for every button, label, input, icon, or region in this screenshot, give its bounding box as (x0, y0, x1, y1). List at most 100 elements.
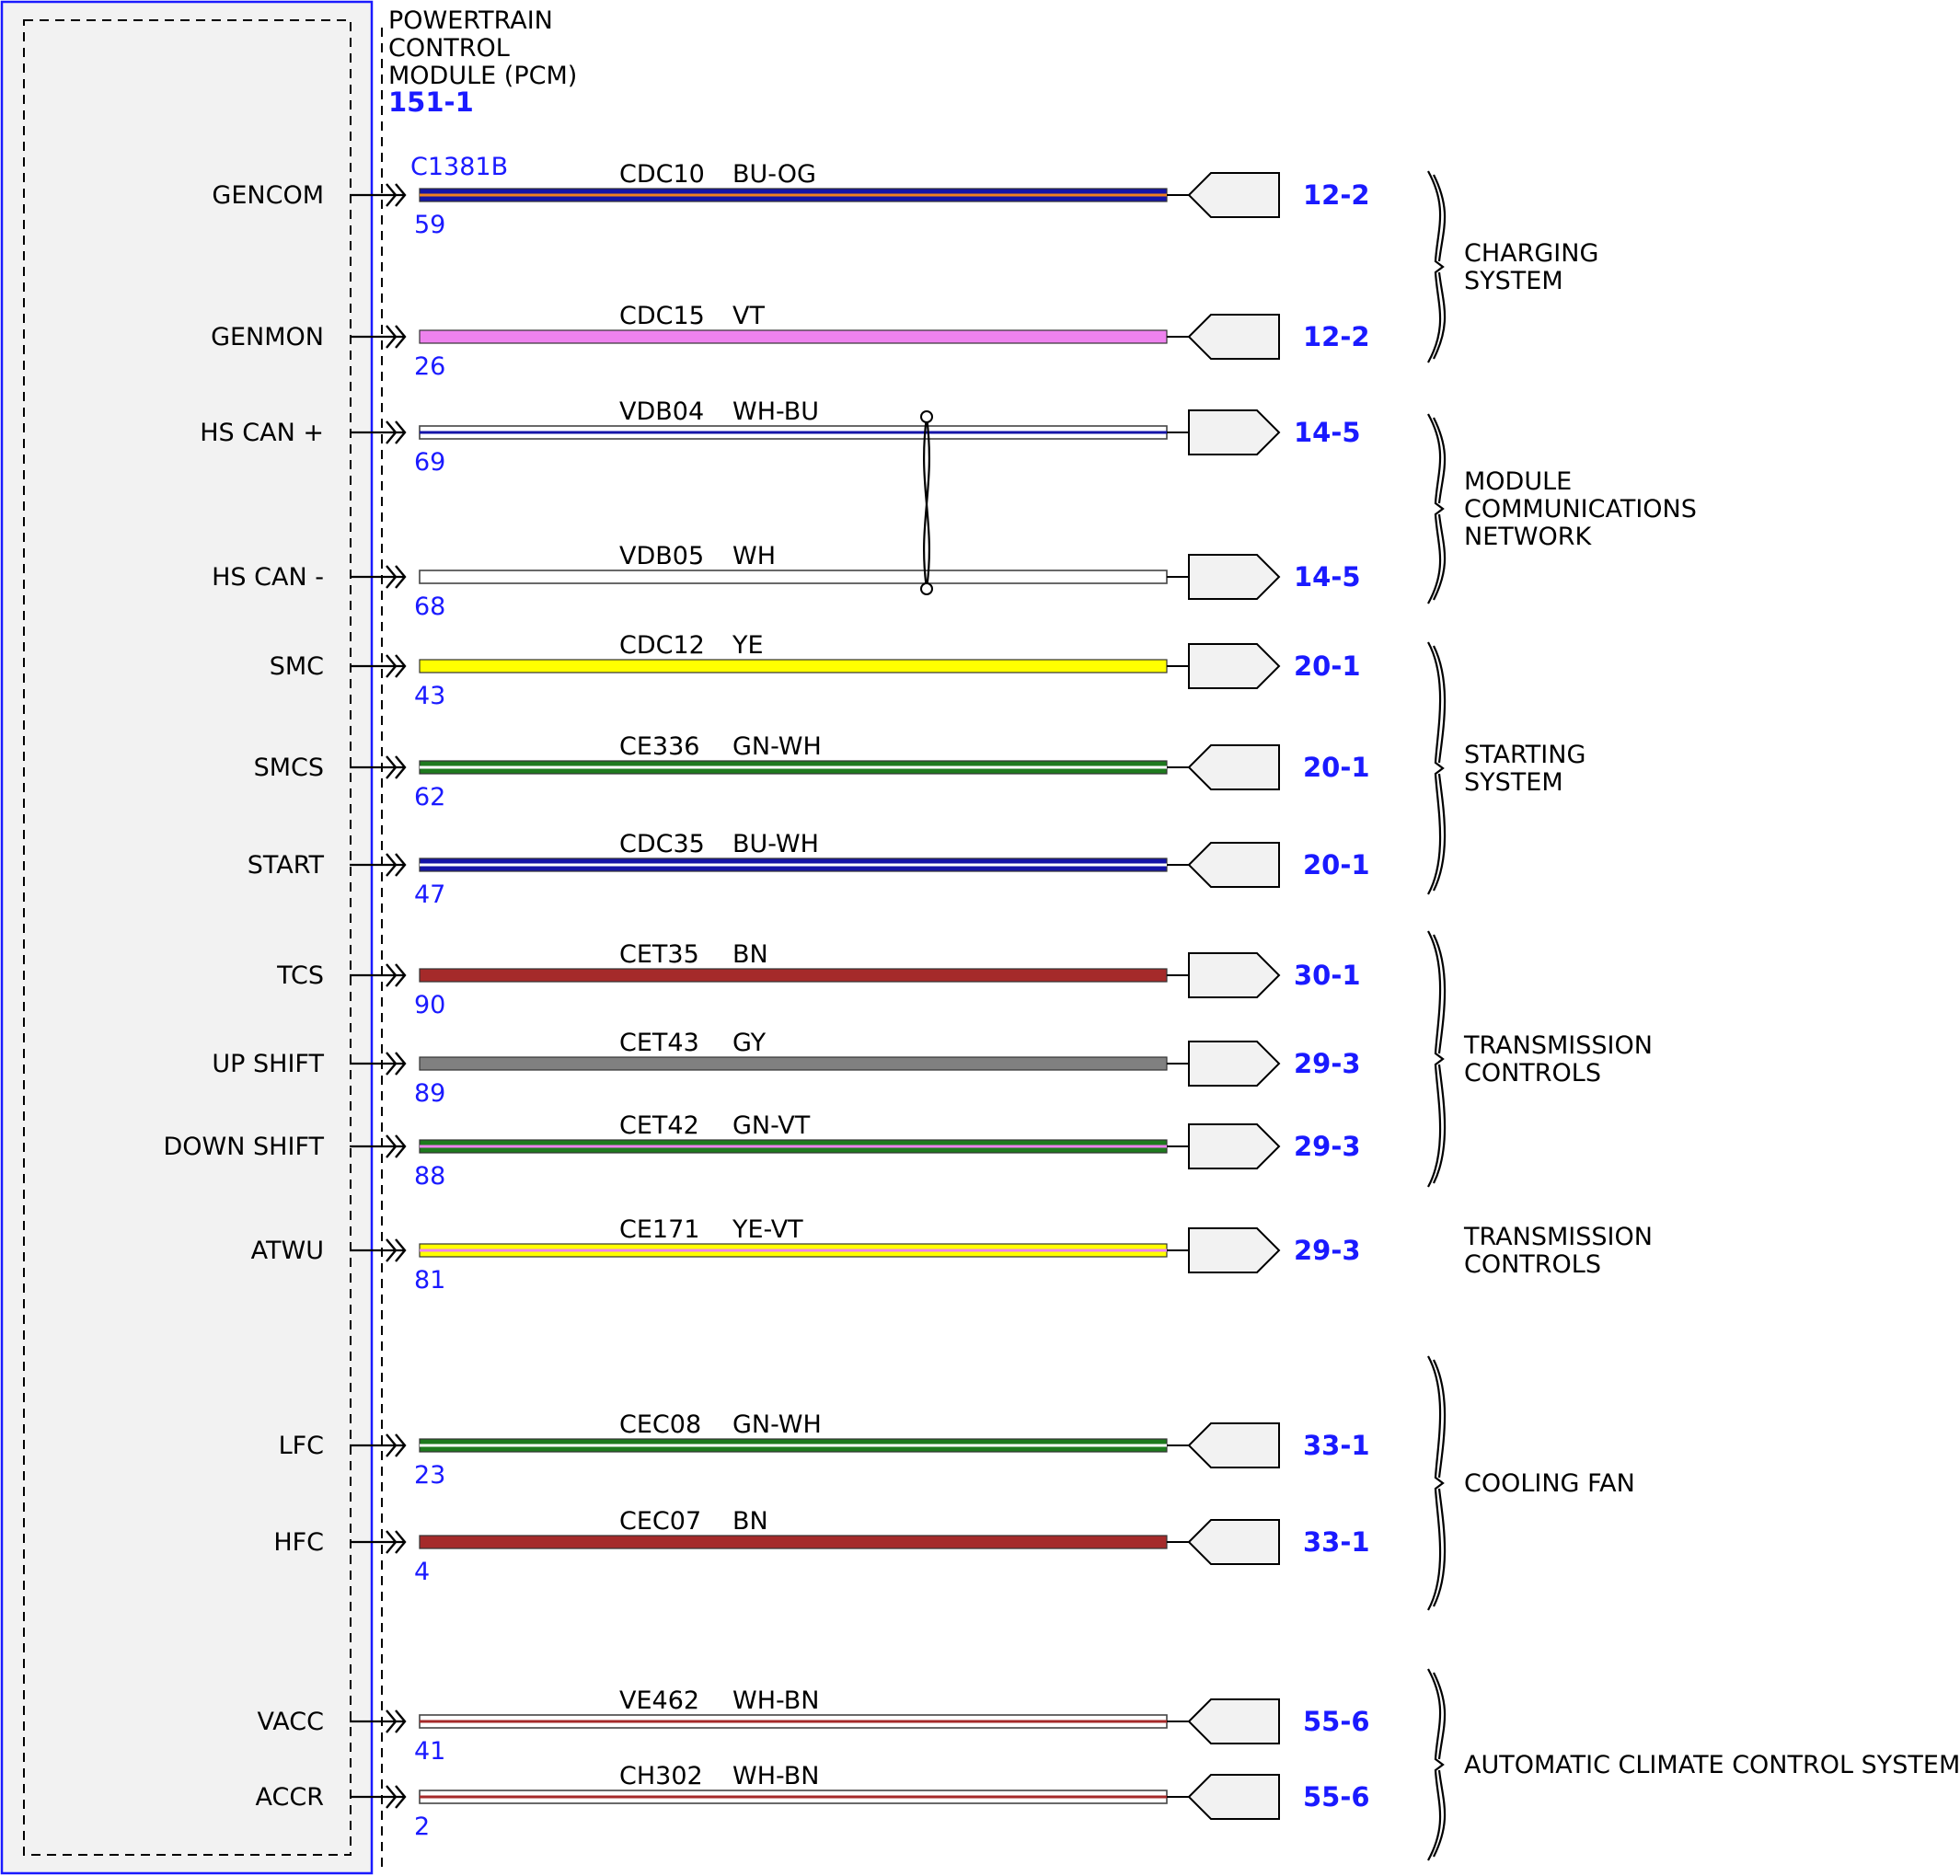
system-group-label: NETWORK (1464, 523, 1592, 551)
circuit-id: CEC08 (619, 1410, 701, 1439)
wire (419, 1139, 1168, 1154)
destination-ref[interactable]: 55-6 (1303, 1781, 1370, 1813)
connector-inbound-icon (1187, 172, 1280, 218)
signal-label: ACCR (256, 1783, 324, 1812)
pcm-module-box (0, 0, 374, 1875)
pin-number: 68 (414, 593, 445, 621)
pin-number: 81 (414, 1266, 445, 1295)
system-group-label: COOLING FAN (1464, 1469, 1635, 1498)
connector-inbound-icon (1187, 1519, 1280, 1565)
pin-number: 2 (414, 1813, 430, 1841)
system-group: COOLING FAN (1427, 1355, 1635, 1611)
destination-ref[interactable]: 33-1 (1303, 1430, 1370, 1461)
wire-color-code: WH-BU (732, 397, 819, 426)
signal-label: VACC (258, 1708, 324, 1736)
destination-ref[interactable]: 20-1 (1294, 650, 1361, 682)
wire-color-code: VT (732, 302, 765, 330)
destination-ref[interactable]: 29-3 (1294, 1131, 1361, 1162)
wire (419, 1056, 1168, 1071)
wire (419, 968, 1168, 983)
groups-layer: CHARGINGSYSTEMMODULECOMMUNICATIONSNETWOR… (1427, 170, 1960, 1861)
circuit-id: VE462 (619, 1686, 699, 1715)
destination-ref[interactable]: 29-3 (1294, 1048, 1361, 1079)
system-group: STARTINGSYSTEM (1427, 641, 1585, 895)
destination-ref[interactable]: 55-6 (1303, 1706, 1370, 1737)
circuit-ve462: VACC VE462 WH-BN 41 55-6 (258, 1686, 1370, 1766)
connector-inbound-icon (1187, 1774, 1280, 1820)
wire-color-code: BN (732, 940, 768, 969)
pin-number: 23 (414, 1461, 445, 1490)
wire (419, 1535, 1168, 1549)
pin-number: 90 (414, 991, 445, 1019)
connector-inbound-icon (1187, 744, 1280, 790)
circuit-id: CDC35 (619, 830, 705, 858)
brace-icon (1427, 413, 1447, 604)
signal-label: GENMON (211, 323, 324, 351)
connector-inbound-icon (1187, 1698, 1280, 1744)
circuit-ce171: ATWU CE171 YE-VT 81 29-3 (251, 1215, 1361, 1295)
destination-ref[interactable]: 12-2 (1303, 179, 1370, 211)
system-group-label: CHARGING (1464, 239, 1598, 268)
module-title-line-2: CONTROL (388, 34, 510, 63)
connector-outbound-icon (1188, 952, 1281, 998)
destination-ref[interactable]: 20-1 (1303, 752, 1370, 783)
circuit-id: CET43 (619, 1029, 699, 1057)
system-group-label: STARTING (1464, 741, 1585, 769)
wire-color-code: WH-BN (732, 1686, 820, 1715)
system-group: TRANSMISSIONCONTROLS (1427, 930, 1653, 1188)
wire (419, 857, 1168, 872)
destination-ref[interactable]: 29-3 (1294, 1235, 1361, 1266)
brace-icon (1427, 1668, 1447, 1861)
destination-ref[interactable]: 12-2 (1303, 321, 1370, 352)
wire (419, 1243, 1168, 1258)
wire-color-code: WH-BN (732, 1762, 820, 1790)
pin-number: 41 (414, 1737, 445, 1766)
system-group: AUTOMATIC CLIMATE CONTROL SYSTEM (1427, 1668, 1960, 1861)
circuit-cdc12: SMC CDC12 YE 43 20-1 (270, 631, 1361, 710)
destination-ref[interactable]: 14-5 (1294, 561, 1361, 593)
brace-icon (1427, 1355, 1447, 1611)
signal-label: SMCS (254, 754, 324, 782)
connector-inbound-icon (1187, 314, 1280, 360)
wire-color-code: YE (732, 631, 764, 660)
signal-label: HS CAN - (212, 563, 324, 592)
pin-number: 69 (414, 448, 445, 477)
destination-ref[interactable]: 20-1 (1303, 849, 1370, 880)
circuit-vdb05: HS CAN - VDB05 WH 68 14-5 (212, 542, 1360, 621)
wire-color-code: GN-WH (732, 732, 822, 761)
signal-label: LFC (279, 1432, 324, 1460)
wire (419, 188, 1168, 202)
wire (419, 760, 1168, 775)
pin-number: 26 (414, 352, 445, 381)
system-group-label: CONTROLS (1464, 1250, 1601, 1279)
pin-number: 88 (414, 1162, 445, 1191)
connector-inbound-icon (1187, 842, 1280, 888)
pin-number: 4 (414, 1558, 430, 1586)
system-group-label: AUTOMATIC CLIMATE CONTROL SYSTEM (1464, 1751, 1960, 1779)
connector-id: C1381B (410, 153, 508, 181)
connector-outbound-icon (1188, 409, 1281, 455)
connector-outbound-icon (1188, 1041, 1281, 1087)
circuit-id: CET35 (619, 940, 699, 969)
system-group-label: COMMUNICATIONS (1464, 495, 1697, 524)
wire (419, 329, 1168, 344)
system-group-label: SYSTEM (1464, 768, 1563, 797)
wire (419, 570, 1168, 584)
wire-color-code: GN-WH (732, 1410, 822, 1439)
circuit-id: CET42 (619, 1111, 699, 1140)
module-title-line-1: POWERTRAIN (388, 6, 553, 35)
brace-icon (1427, 641, 1447, 895)
signal-label: START (248, 851, 325, 880)
system-group-label: CONTROLS (1464, 1059, 1601, 1088)
pin-number: 89 (414, 1079, 445, 1108)
destination-ref[interactable]: 30-1 (1294, 960, 1361, 991)
system-group-label: TRANSMISSION (1463, 1223, 1653, 1251)
wire (419, 425, 1168, 440)
signal-label: HFC (273, 1528, 324, 1557)
destination-ref[interactable]: 14-5 (1294, 417, 1361, 448)
signal-label: TCS (276, 961, 324, 990)
destination-ref[interactable]: 33-1 (1303, 1526, 1370, 1558)
circuit-cec08: LFC CEC08 GN-WH 23 33-1 (279, 1410, 1370, 1490)
circuit-id: CH302 (619, 1762, 703, 1790)
circuit-id: VDB05 (619, 542, 704, 570)
